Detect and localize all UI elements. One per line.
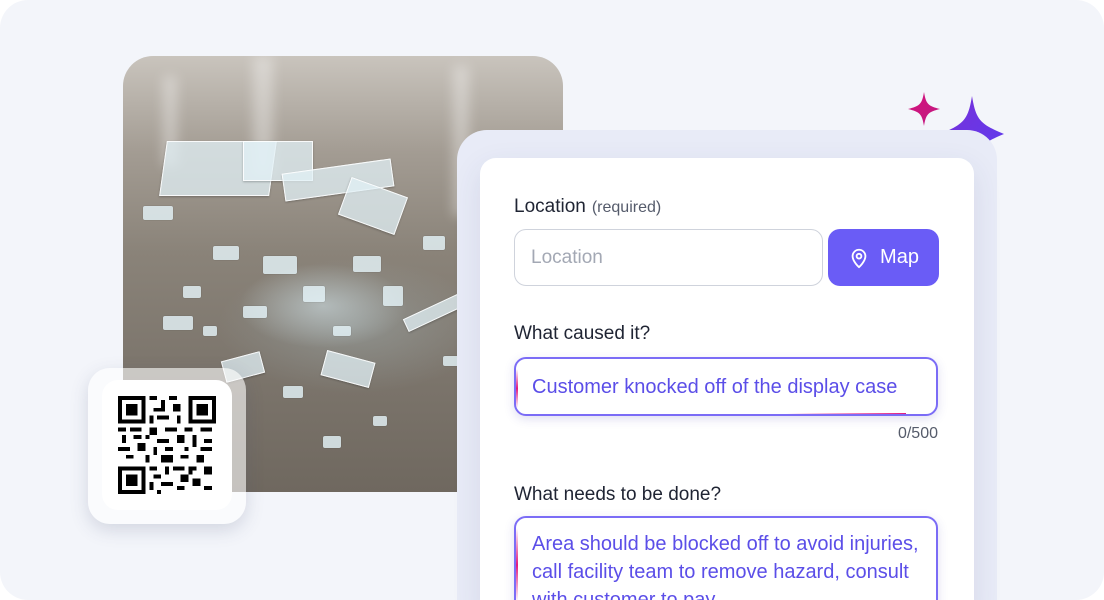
action-textarea[interactable]: Area should be blocked off to avoid inju…	[514, 516, 938, 600]
map-button-label: Map	[880, 246, 919, 268]
location-input[interactable]: Location	[514, 229, 823, 286]
location-label-text: Location	[514, 196, 586, 217]
map-pin-icon	[851, 248, 867, 268]
map-button[interactable]: Map	[828, 229, 939, 286]
cause-value: Customer knocked off of the display case	[532, 376, 898, 398]
character-counter: 0/500	[897, 425, 938, 442]
required-hint: (required)	[591, 199, 662, 216]
location-label: Location (required)	[514, 196, 661, 218]
qr-code-icon	[102, 380, 232, 510]
cause-label: What caused it?	[514, 323, 651, 344]
qr-code-card[interactable]	[88, 368, 246, 524]
background-canvas: Location (required) Location Map What cau…	[0, 0, 1104, 600]
action-value: Area should be blocked off to avoid inju…	[532, 533, 919, 600]
action-label: What needs to be done?	[514, 484, 722, 505]
cause-input[interactable]: Customer knocked off of the display case	[514, 357, 938, 416]
location-placeholder: Location	[531, 246, 603, 268]
